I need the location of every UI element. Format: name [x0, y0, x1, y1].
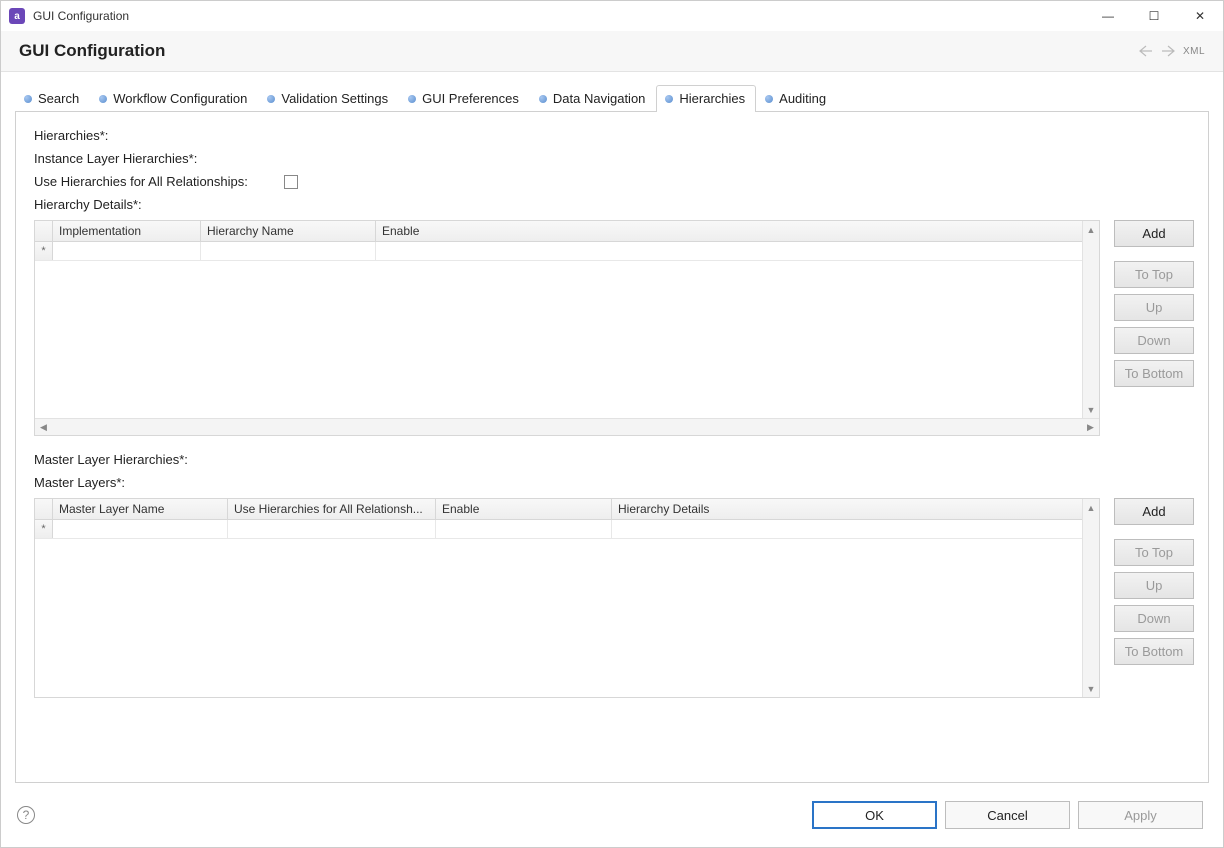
col-hierarchy-details[interactable]: Hierarchy Details: [612, 499, 1082, 519]
tab-gui-preferences[interactable]: GUI Preferences: [399, 85, 530, 112]
tab-validation-settings[interactable]: Validation Settings: [258, 85, 399, 112]
table-row[interactable]: *: [35, 520, 1082, 539]
table-horizontal-scrollbar[interactable]: ◀ ▶: [35, 418, 1099, 435]
content-panel[interactable]: Hierarchies*: Instance Layer Hierarchies…: [16, 112, 1208, 782]
master-layers-table[interactable]: Master Layer Name Use Hierarchies for Al…: [34, 498, 1100, 698]
new-row-marker[interactable]: *: [35, 242, 53, 260]
down-button-2[interactable]: Down: [1114, 605, 1194, 632]
to-top-button-2[interactable]: To Top: [1114, 539, 1194, 566]
col-enable-2[interactable]: Enable: [436, 499, 612, 519]
bullet-icon: [408, 95, 416, 103]
scroll-right-icon[interactable]: ▶: [1082, 419, 1099, 436]
dialog-footer: ? OK Cancel Apply: [1, 783, 1223, 847]
label-instance-layer: Instance Layer Hierarchies*:: [34, 151, 197, 166]
tab-search[interactable]: Search: [15, 85, 90, 112]
to-top-button[interactable]: To Top: [1114, 261, 1194, 288]
forward-arrow-icon[interactable]: [1159, 42, 1177, 60]
minimize-button[interactable]: —: [1085, 1, 1131, 31]
label-master-layers: Master Layers*:: [34, 475, 125, 490]
to-bottom-button[interactable]: To Bottom: [1114, 360, 1194, 387]
xml-mode-label[interactable]: XML: [1183, 46, 1205, 57]
down-button[interactable]: Down: [1114, 327, 1194, 354]
label-hierarchies: Hierarchies*:: [34, 128, 108, 143]
table-row[interactable]: *: [35, 242, 1082, 261]
up-button[interactable]: Up: [1114, 294, 1194, 321]
scroll-down-icon[interactable]: ▼: [1083, 680, 1099, 697]
bullet-icon: [267, 95, 275, 103]
up-button-2[interactable]: Up: [1114, 572, 1194, 599]
add-button-2[interactable]: Add: [1114, 498, 1194, 525]
col-use-hierarchies-all[interactable]: Use Hierarchies for All Relationsh...: [228, 499, 436, 519]
col-hierarchy-name[interactable]: Hierarchy Name: [201, 221, 376, 241]
table-vertical-scrollbar[interactable]: ▲ ▼: [1082, 499, 1099, 697]
scroll-down-icon[interactable]: ▼: [1083, 401, 1099, 418]
app-icon: a: [9, 8, 25, 24]
bullet-icon: [765, 95, 773, 103]
maximize-button[interactable]: ☐: [1131, 1, 1177, 31]
titlebar: a GUI Configuration — ☐ ✕: [1, 1, 1223, 31]
close-button[interactable]: ✕: [1177, 1, 1223, 31]
new-row-marker[interactable]: *: [35, 520, 53, 538]
use-all-relationships-checkbox[interactable]: [284, 175, 298, 189]
table-vertical-scrollbar[interactable]: ▲ ▼: [1082, 221, 1099, 418]
tab-workflow-configuration[interactable]: Workflow Configuration: [90, 85, 258, 112]
apply-button[interactable]: Apply: [1078, 801, 1203, 829]
page-header: GUI Configuration XML: [1, 31, 1223, 72]
tab-auditing[interactable]: Auditing: [756, 85, 837, 112]
bullet-icon: [99, 95, 107, 103]
cancel-button[interactable]: Cancel: [945, 801, 1070, 829]
scroll-up-icon[interactable]: ▲: [1083, 221, 1099, 238]
add-button[interactable]: Add: [1114, 220, 1194, 247]
bullet-icon: [24, 95, 32, 103]
col-master-layer-name[interactable]: Master Layer Name: [53, 499, 228, 519]
window-title: GUI Configuration: [33, 9, 129, 23]
scroll-left-icon[interactable]: ◀: [35, 419, 52, 436]
hierarchy-details-table[interactable]: Implementation Hierarchy Name Enable * ▲: [34, 220, 1100, 436]
col-enable[interactable]: Enable: [376, 221, 1082, 241]
col-implementation[interactable]: Implementation: [53, 221, 201, 241]
bullet-icon: [665, 95, 673, 103]
ok-button[interactable]: OK: [812, 801, 937, 829]
label-master-layer-hierarchies: Master Layer Hierarchies*:: [34, 452, 188, 467]
label-hierarchy-details: Hierarchy Details*:: [34, 197, 142, 212]
scroll-up-icon[interactable]: ▲: [1083, 499, 1099, 516]
label-use-all-relationships: Use Hierarchies for All Relationships:: [34, 174, 248, 189]
help-icon[interactable]: ?: [17, 806, 35, 824]
bullet-icon: [539, 95, 547, 103]
tabs-row: Search Workflow Configuration Validation…: [15, 85, 1209, 112]
to-bottom-button-2[interactable]: To Bottom: [1114, 638, 1194, 665]
tab-data-navigation[interactable]: Data Navigation: [530, 85, 657, 112]
back-arrow-icon[interactable]: [1137, 42, 1155, 60]
page-title: GUI Configuration: [19, 41, 165, 61]
tab-hierarchies[interactable]: Hierarchies: [656, 85, 756, 112]
